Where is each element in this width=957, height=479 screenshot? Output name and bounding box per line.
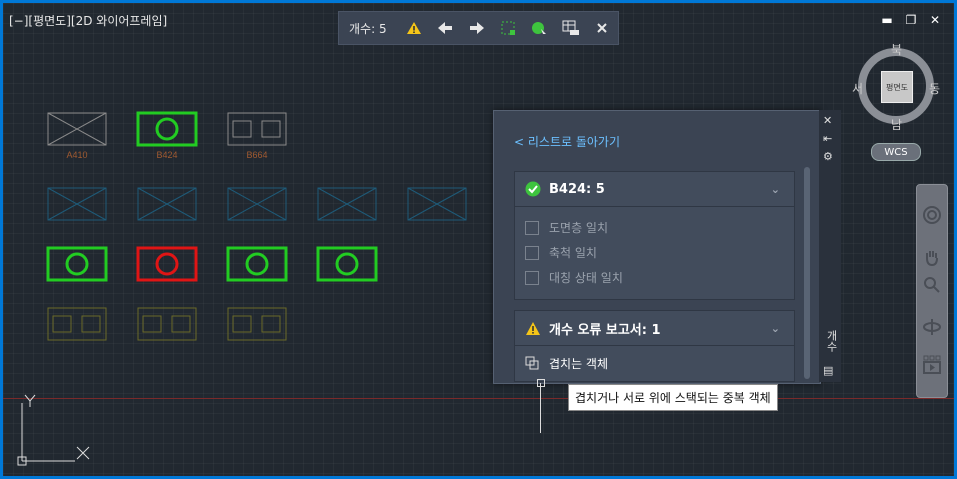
warning-icon — [526, 321, 540, 335]
panel-scrollbar[interactable] — [804, 167, 810, 379]
checkbox[interactable] — [525, 270, 539, 285]
checkbox[interactable] — [525, 220, 539, 235]
viewcube[interactable]: 평면도 북 남 동 서 — [852, 41, 940, 132]
x-axis-line — [3, 398, 954, 399]
pick-point — [537, 379, 545, 387]
chevron-down-icon[interactable]: ⌄ — [771, 322, 780, 335]
block-label-b424: B424 — [156, 150, 177, 160]
check-scale-match[interactable]: 축척 일치 — [515, 240, 794, 265]
error-report-title: 개수 오류 보고서: 1 — [549, 322, 661, 338]
insert-count-table-icon[interactable] — [555, 14, 586, 42]
navigation-bar — [916, 184, 948, 398]
block-row-blue — [47, 187, 467, 221]
block-b424-instance — [226, 246, 288, 282]
select-objects-icon[interactable] — [492, 14, 523, 42]
block-row-olive — [47, 307, 287, 341]
block-b424-instance — [316, 246, 378, 282]
palette-title: 개수 — [825, 330, 838, 352]
close-icon[interactable]: ✕ — [928, 13, 942, 27]
leader-line — [540, 383, 541, 433]
block-count-card: B424: 5 ⌄ 도면층 일치 축척 일치 대칭 상태 일치 — [514, 171, 795, 300]
viewcube-top-face[interactable]: 평면도 — [881, 71, 913, 103]
pan-hand-icon[interactable] — [922, 247, 942, 267]
warning-icon[interactable] — [398, 14, 429, 42]
check-layer-match[interactable]: 도면층 일치 — [515, 215, 794, 240]
check-circle-icon — [525, 181, 541, 197]
compass-north[interactable]: 북 — [891, 41, 902, 58]
checkbox[interactable] — [525, 245, 539, 260]
palette-side-strip: ✕ ⇤ ⚙ 개수 ▤ — [819, 110, 841, 382]
check-mirror-match[interactable]: 대칭 상태 일치 — [515, 265, 794, 290]
block-label-a410: A410 — [66, 150, 87, 160]
error-report-card: 개수 오류 보고서: 1 ⌄ 겹치는 객체 — [514, 310, 795, 382]
block-count-title: B424: 5 — [549, 181, 605, 197]
zoom-extents-icon[interactable] — [922, 275, 942, 295]
error-report-header[interactable]: 개수 오류 보고서: 1 ⌄ — [515, 311, 794, 346]
viewport-window-controls: ▬ ❐ ✕ — [880, 13, 942, 27]
minimize-icon[interactable]: ▬ — [880, 13, 894, 27]
chevron-down-icon[interactable]: ⌄ — [771, 183, 780, 196]
zoom-to-object-icon[interactable] — [524, 14, 555, 42]
block-b424-selected — [136, 111, 198, 147]
close-toolbar-button[interactable] — [587, 14, 618, 42]
previous-arrow-button[interactable] — [430, 14, 461, 42]
ucs-icon — [17, 394, 90, 466]
next-arrow-button[interactable] — [461, 14, 492, 42]
block-b424-overlap-error — [136, 246, 198, 282]
wcs-menu[interactable]: WCS — [871, 143, 921, 161]
back-to-list-link[interactable]: < 리스트로 돌아가기 — [514, 133, 620, 150]
count-toolbar: 개수: 5 — [338, 11, 619, 45]
drawing-canvas[interactable]: [−][평면도][2D 와이어프레임] A410 B424 B664 개수: 5… — [3, 3, 954, 476]
close-palette-icon[interactable]: ✕ — [823, 114, 832, 127]
restore-icon[interactable]: ❐ — [904, 13, 918, 27]
compass-south[interactable]: 남 — [891, 116, 902, 133]
autohide-icon[interactable]: ⇤ — [823, 132, 832, 145]
block-label-b664: B664 — [246, 150, 267, 160]
count-palette: < 리스트로 돌아가기 B424: 5 ⌄ 도면층 일치 축척 일치 대칭 상태… — [493, 110, 821, 384]
block-b424-instance — [46, 246, 108, 282]
properties-icon[interactable]: ⚙ — [823, 150, 833, 163]
tooltip: 겹치거나 서로 위에 스택되는 중복 객체 — [568, 384, 778, 411]
overlap-icon — [525, 356, 539, 370]
overlapping-objects-item[interactable]: 겹치는 객체 — [515, 346, 794, 380]
steering-wheel-icon[interactable] — [922, 205, 942, 225]
orbit-icon[interactable] — [922, 317, 942, 337]
showmotion-icon[interactable] — [922, 355, 942, 375]
count-label: 개수: 5 — [349, 21, 387, 36]
compass-west[interactable]: 서 — [852, 80, 863, 97]
block-count-header[interactable]: B424: 5 ⌄ — [515, 172, 794, 207]
block-a410 — [47, 112, 107, 146]
compass-east[interactable]: 동 — [929, 80, 940, 97]
block-b664 — [227, 112, 287, 146]
count-table-icon[interactable]: ▤ — [823, 364, 833, 377]
